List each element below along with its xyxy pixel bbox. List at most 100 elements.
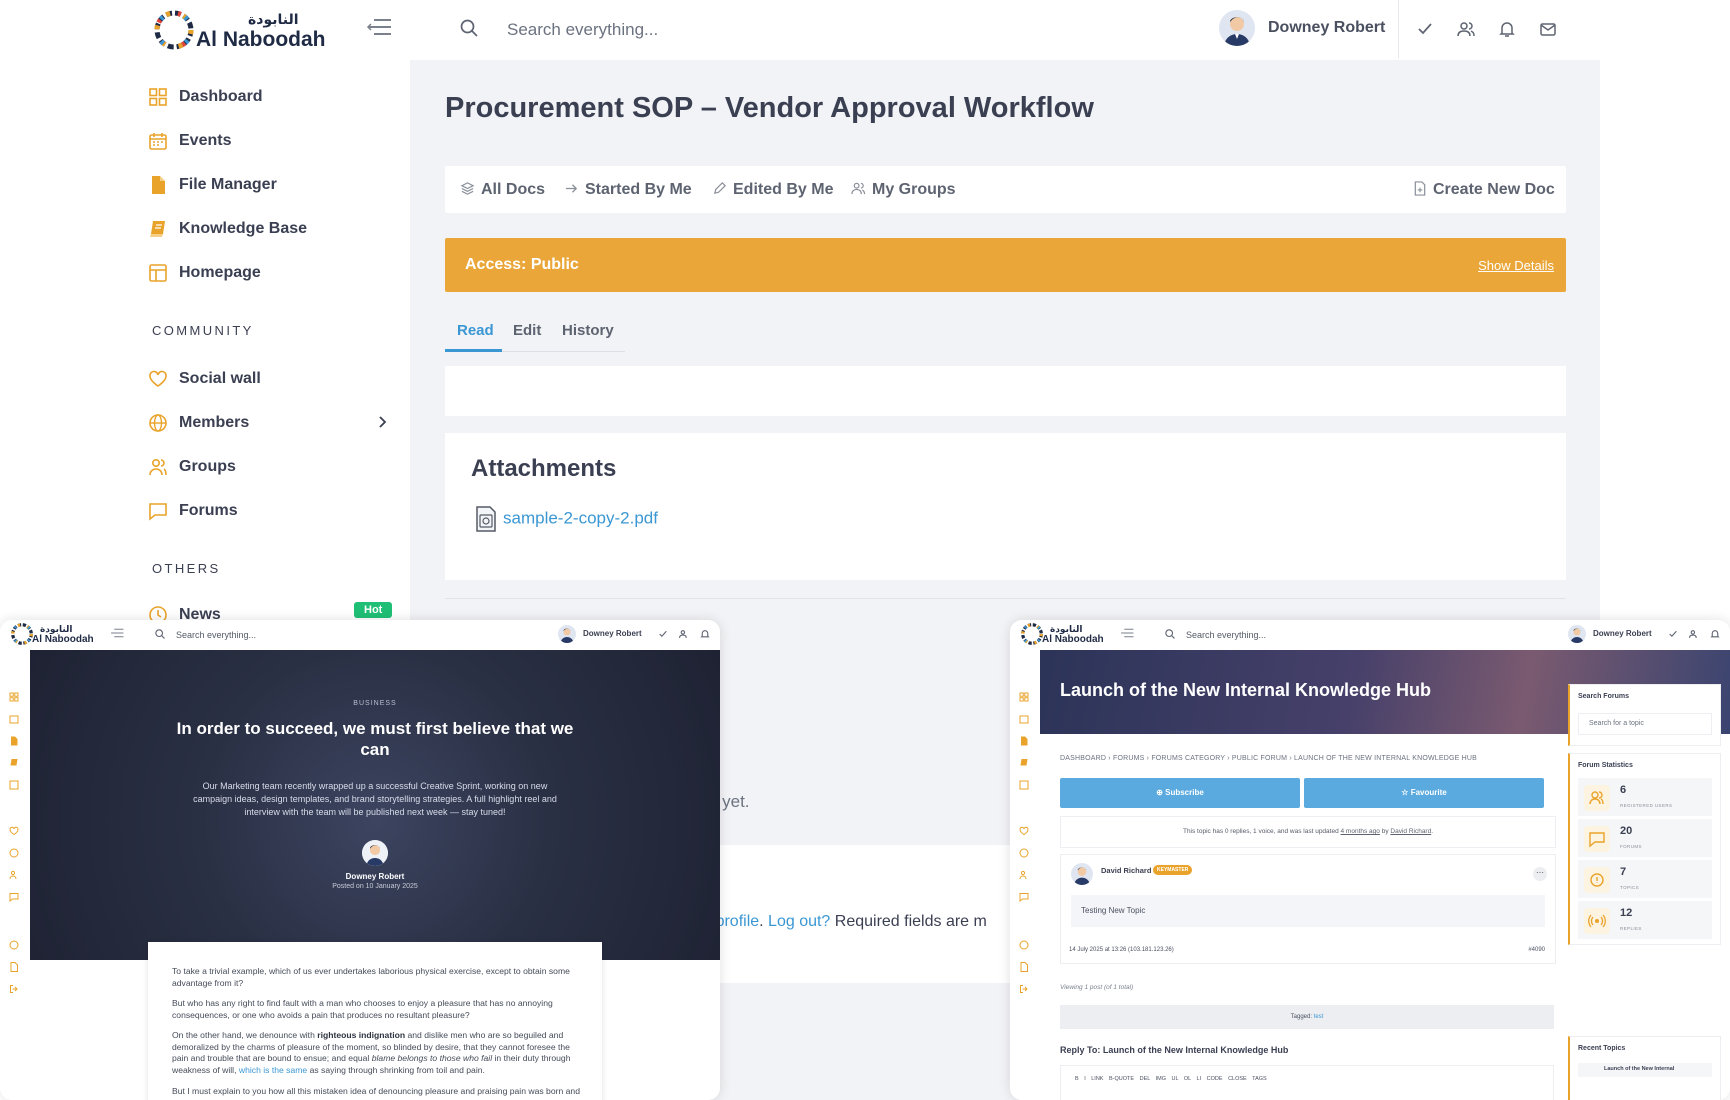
tab-history[interactable]: History xyxy=(562,322,614,339)
brand-name: Al Naboodah xyxy=(1042,634,1104,645)
stat-label: TOPICS xyxy=(1620,885,1640,890)
clock-icon[interactable] xyxy=(9,940,19,950)
post-paragraph: To take a trivial example, which of us e… xyxy=(172,966,570,988)
sidebar-collapse-icon[interactable] xyxy=(366,18,392,36)
users-icon[interactable] xyxy=(9,870,19,880)
tag-link[interactable]: test xyxy=(1314,1014,1324,1020)
book-icon[interactable] xyxy=(9,758,19,768)
sidebar-item-dashboard[interactable]: Dashboard xyxy=(148,82,398,112)
users-icon[interactable] xyxy=(1457,20,1475,38)
access-label: Access: Public xyxy=(465,256,579,273)
bell-icon[interactable] xyxy=(1498,20,1516,38)
search-input[interactable] xyxy=(1184,627,1348,643)
sidebar-collapse-icon[interactable] xyxy=(110,628,124,638)
brand-logo[interactable]: النابودة Al Naboodah xyxy=(152,6,326,52)
attachment-file-name: sample-2-copy-2.pdf xyxy=(503,508,658,528)
sidebar-item-members[interactable]: Members xyxy=(148,408,398,438)
book-icon[interactable] xyxy=(1019,758,1029,768)
sidebar-collapse-icon[interactable] xyxy=(1120,628,1134,638)
user-name[interactable]: Downey Robert xyxy=(1268,19,1385,37)
search-input[interactable] xyxy=(174,627,338,643)
book-icon xyxy=(150,221,165,237)
subscribe-button[interactable]: ⊕ Subscribe xyxy=(1060,778,1300,808)
globe-icon[interactable] xyxy=(1019,848,1029,858)
post-id[interactable]: #4090 xyxy=(1528,947,1545,953)
sidebar-item-social-wall[interactable]: Social wall xyxy=(148,364,398,394)
tab-read[interactable]: Read xyxy=(457,322,494,339)
filter-started-by-me[interactable]: Started By Me xyxy=(564,181,692,199)
heart-icon[interactable] xyxy=(9,826,19,836)
chevron-right-icon[interactable] xyxy=(378,415,388,429)
tab-edit[interactable]: Edit xyxy=(513,322,541,339)
heart-icon xyxy=(149,370,167,387)
topic-info: This topic has 0 replies, 1 voice, and w… xyxy=(1060,816,1556,848)
poster-name[interactable]: David Richard xyxy=(1101,866,1151,875)
filter-edited-by-me[interactable]: Edited By Me xyxy=(712,181,833,199)
mail-icon[interactable] xyxy=(1539,20,1557,38)
show-details-link[interactable]: Show Details xyxy=(1478,258,1554,273)
chat-icon[interactable] xyxy=(1019,892,1029,902)
sidebar-item-forums[interactable]: Forums xyxy=(148,496,398,526)
logout-icon[interactable] xyxy=(9,984,19,994)
file-icon[interactable] xyxy=(9,962,19,972)
logged-in-as-text: your profile. Log out? Required fields a… xyxy=(680,913,987,931)
brand-logo[interactable]: النابودة Al Naboodah xyxy=(1020,622,1104,651)
author-avatar[interactable] xyxy=(362,840,388,866)
post-intro: Our Marketing team recently wrapped up a… xyxy=(193,781,557,817)
globe-icon[interactable] xyxy=(9,848,19,858)
filter-all-docs[interactable]: All Docs xyxy=(460,181,545,199)
file-icon[interactable] xyxy=(1019,962,1029,972)
post-paragraph: But I must explain to you how all this m… xyxy=(172,1086,580,1096)
heart-icon[interactable] xyxy=(1019,826,1029,836)
sidebar-item-groups[interactable]: Groups xyxy=(148,452,398,482)
sidebar-item-file-manager[interactable]: File Manager xyxy=(148,170,398,200)
bell-icon[interactable] xyxy=(700,629,710,639)
post-category[interactable]: BUSINESS xyxy=(30,700,720,707)
calendar-icon[interactable] xyxy=(9,714,19,724)
sidebar-item-events[interactable]: Events xyxy=(148,126,398,156)
breadcrumb[interactable]: DASHBOARD › FORUMS › FORUMS CATEGORY › P… xyxy=(1060,755,1477,762)
sidebar-item-label: Forums xyxy=(179,502,238,519)
chat-icon xyxy=(1589,832,1605,848)
layout-icon[interactable] xyxy=(1019,780,1029,790)
file-icon[interactable] xyxy=(9,736,19,746)
chat-icon[interactable] xyxy=(9,892,19,902)
author-link[interactable]: David Richard xyxy=(1390,828,1431,835)
author-name[interactable]: Downey Robert xyxy=(30,872,720,881)
recent-topic-item[interactable]: Launch of the New Internal xyxy=(1578,1063,1712,1077)
post-title: In order to succeed, we must first belie… xyxy=(176,719,574,759)
calendar-icon[interactable] xyxy=(1019,714,1029,724)
user-avatar[interactable] xyxy=(558,625,576,643)
users-icon[interactable] xyxy=(679,629,689,639)
more-options-icon[interactable]: ⋯ xyxy=(1533,867,1547,881)
freshness-link[interactable]: 4 months ago xyxy=(1341,828,1380,835)
grid-icon[interactable] xyxy=(9,692,19,702)
reply-editor-toolbar[interactable]: B I LINK B-QUOTE DEL IMG UL OL LI CODE C… xyxy=(1060,1065,1554,1100)
users-icon[interactable] xyxy=(1019,870,1029,880)
poster-avatar[interactable] xyxy=(1071,863,1093,885)
clock-icon[interactable] xyxy=(1019,940,1029,950)
favourite-button[interactable]: ☆ Favourite xyxy=(1304,778,1544,808)
logout-icon[interactable] xyxy=(1019,984,1029,994)
check-icon[interactable] xyxy=(1416,20,1434,38)
check-icon[interactable] xyxy=(658,629,668,639)
sidebar-item-homepage[interactable]: Homepage xyxy=(148,258,398,288)
logout-link[interactable]: Log out? xyxy=(768,913,830,930)
filter-my-groups[interactable]: My Groups xyxy=(851,181,956,199)
doc-filter-bar: All Docs Started By Me Edited By Me My G… xyxy=(445,166,1566,213)
layout-icon[interactable] xyxy=(9,780,19,790)
create-new-doc-button[interactable]: Create New Doc xyxy=(1413,181,1555,199)
grid-icon[interactable] xyxy=(1019,692,1029,702)
brand-logo[interactable]: النابودة Al Naboodah xyxy=(10,622,94,651)
forum-search-input[interactable]: Search for a topic xyxy=(1578,713,1712,735)
chat-icon xyxy=(149,503,167,521)
sidebar-item-knowledge-base[interactable]: Knowledge Base xyxy=(148,214,398,244)
text-run: This topic has 0 replies, 1 voice, and w… xyxy=(1182,828,1341,835)
inline-link[interactable]: which is the same xyxy=(239,1065,307,1075)
file-icon[interactable] xyxy=(1019,736,1029,746)
user-avatar[interactable] xyxy=(1219,10,1255,46)
user-name[interactable]: Downey Robert xyxy=(583,629,642,638)
stat-label: FORUMS xyxy=(1620,844,1642,849)
attachment-link[interactable]: sample-2-copy-2.pdf xyxy=(475,506,658,532)
search-input[interactable] xyxy=(505,14,889,46)
